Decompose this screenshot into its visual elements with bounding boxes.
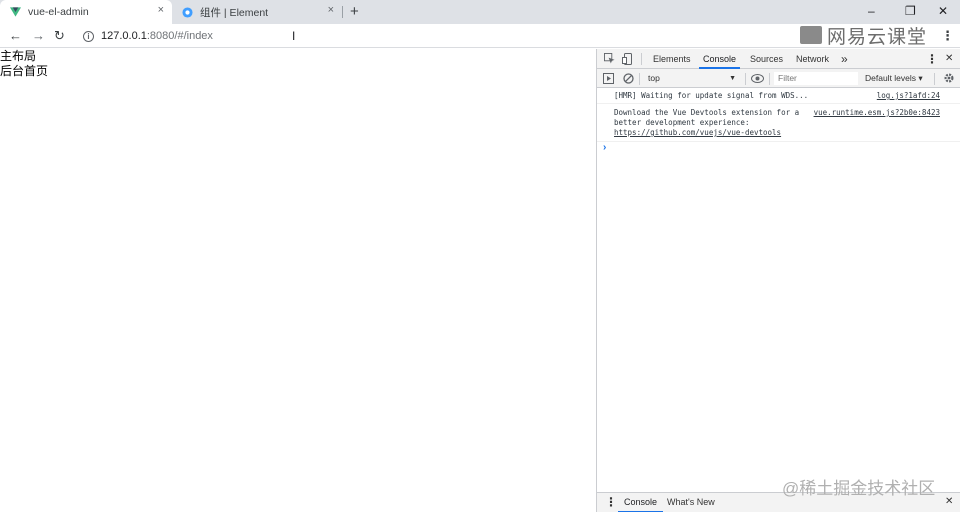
vue-devtools-link[interactable]: https://github.com/vuejs/vue-devtools xyxy=(614,128,957,138)
watermark-logo xyxy=(800,26,822,44)
devtools-close-button[interactable]: ✕ xyxy=(945,49,953,69)
message-text: [HMR] Waiting for update signal from WDS… xyxy=(614,91,809,100)
layout-text: 主布局 xyxy=(0,49,37,63)
forward-button[interactable]: → xyxy=(32,27,45,45)
index-text: 后台首页 xyxy=(0,64,49,78)
minimize-button[interactable]: – xyxy=(868,2,875,20)
console-message: Download the Vue Devtools extension for … xyxy=(597,104,960,142)
drawer-close-button[interactable]: ✕ xyxy=(945,493,953,512)
element-icon xyxy=(182,6,193,18)
address-bar[interactable]: i 127.0.0.1:8080/#/index xyxy=(77,27,597,45)
drawer-tab-console[interactable]: Console xyxy=(618,493,664,512)
context-select[interactable]: top ▼ xyxy=(644,72,740,85)
url-text[interactable]: 127.0.0.1:8080/#/index xyxy=(101,30,213,42)
tab-elements[interactable]: Elements xyxy=(653,49,691,69)
more-tabs-button[interactable]: » xyxy=(841,49,848,69)
console-toolbar: top ▼ Default levels ▾ xyxy=(597,69,960,88)
clear-console-icon[interactable] xyxy=(623,73,634,84)
restore-button[interactable]: ❐ xyxy=(905,2,916,20)
live-expression-eye-icon[interactable] xyxy=(751,74,764,83)
devtools-panel: Elements Console Sources Network » ⋮ ✕ t… xyxy=(596,49,960,512)
tab-separator xyxy=(342,6,343,18)
tab-title: vue-el-admin xyxy=(28,6,89,18)
url-path: :8080/#/index xyxy=(146,30,213,42)
tab-element[interactable]: 组件 | Element × xyxy=(172,0,342,24)
back-button[interactable]: ← xyxy=(9,27,22,45)
toolbar-divider xyxy=(639,73,640,85)
close-tab-icon[interactable]: × xyxy=(328,4,334,16)
tab-title: 组件 | Element xyxy=(200,6,269,19)
drawer-tab-whats-new[interactable]: What's New xyxy=(667,493,715,512)
inspect-element-icon[interactable] xyxy=(604,53,615,64)
toolbar-divider xyxy=(641,53,642,65)
console-output: [HMR] Waiting for update signal from WDS… xyxy=(597,89,960,156)
tab-network[interactable]: Network xyxy=(796,49,829,69)
devtools-menu-button[interactable]: ⋮ xyxy=(926,49,938,69)
window-close-button[interactable]: ✕ xyxy=(938,2,948,20)
toolbar-divider xyxy=(769,73,770,85)
show-sidebar-icon[interactable] xyxy=(603,73,614,84)
tab-console[interactable]: Console xyxy=(699,49,741,69)
tab-strip: vue-el-admin × 组件 | Element × + – ❐ ✕ xyxy=(0,0,960,24)
console-prompt[interactable]: › xyxy=(597,142,960,156)
toolbar-divider xyxy=(934,73,935,85)
vue-icon xyxy=(10,7,21,17)
reload-button[interactable]: ↻ xyxy=(54,27,65,45)
text-cursor-icon: I xyxy=(292,29,296,43)
devtools-tabbar: Elements Console Sources Network » ⋮ ✕ xyxy=(597,49,960,69)
tab-sources[interactable]: Sources xyxy=(750,49,783,69)
tab-vue-el-admin[interactable]: vue-el-admin × xyxy=(0,0,172,24)
page-viewport: 主布局 后台首页 xyxy=(0,49,596,512)
watermark-bottom: @稀土掘金技术社区 xyxy=(782,479,936,498)
device-toolbar-icon[interactable] xyxy=(622,53,633,65)
message-line: better development experience: xyxy=(614,118,750,127)
log-levels-dropdown[interactable]: Default levels ▾ xyxy=(865,72,923,85)
toolbar-divider xyxy=(745,73,746,85)
message-source-link[interactable]: log.js?1afd:24 xyxy=(877,91,940,101)
url-host: 127.0.0.1 xyxy=(101,30,147,42)
drawer-menu-button[interactable]: ⋮ xyxy=(605,493,617,512)
close-tab-icon[interactable]: × xyxy=(158,4,164,16)
info-icon[interactable]: i xyxy=(83,30,94,42)
watermark-top-text: 网易云课堂 xyxy=(827,26,928,48)
console-message: [HMR] Waiting for update signal from WDS… xyxy=(597,89,960,104)
chevron-down-icon: ▼ xyxy=(729,75,736,82)
console-settings-gear-icon[interactable] xyxy=(943,72,955,84)
console-filter-input[interactable] xyxy=(774,72,858,85)
message-source-link[interactable]: vue.runtime.esm.js?2b0e:8423 xyxy=(814,108,940,118)
new-tab-button[interactable]: + xyxy=(350,3,359,21)
browser-menu-button[interactable]: ⋮ xyxy=(941,28,954,44)
context-value: top xyxy=(648,73,660,83)
watermark-top: 网易云课堂 xyxy=(800,24,928,48)
